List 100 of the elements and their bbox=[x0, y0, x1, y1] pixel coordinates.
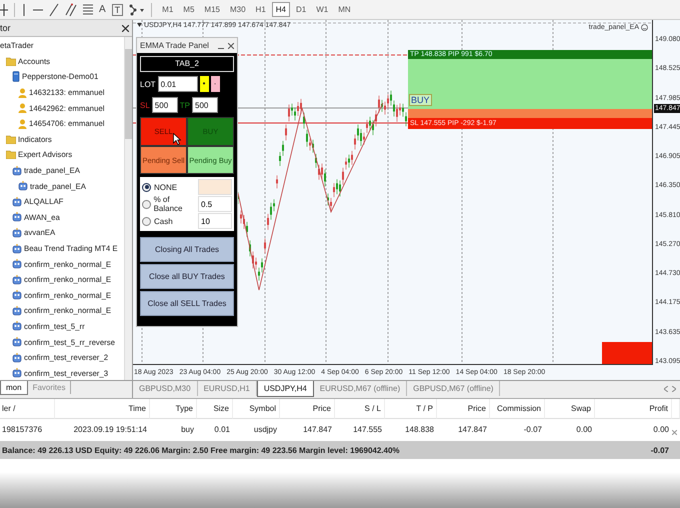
radio-button[interactable] bbox=[142, 200, 151, 208]
radio-button[interactable] bbox=[142, 216, 151, 226]
stop-loss-label: SL bbox=[140, 100, 150, 110]
value-field[interactable]: 0.5 bbox=[198, 196, 232, 212]
panel-tab[interactable]: TAB_2 bbox=[140, 56, 234, 72]
scrollbar[interactable] bbox=[124, 37, 132, 380]
column-header[interactable]: Size bbox=[197, 399, 233, 419]
close-trades-button[interactable]: Close all SELL Trades bbox=[140, 291, 234, 316]
column-header[interactable]: Price bbox=[280, 399, 335, 419]
shapes-dropdown-icon[interactable] bbox=[129, 2, 146, 16]
table-cell-text: 147.847 bbox=[302, 424, 333, 436]
option-label: Cash bbox=[154, 216, 173, 226]
table-cell-text: 147.555 bbox=[352, 424, 383, 436]
robot-icon bbox=[12, 368, 22, 378]
timeframe-button[interactable]: H1 bbox=[252, 2, 270, 17]
table-cell-text: 148.838 bbox=[404, 424, 435, 436]
close-icon[interactable] bbox=[122, 24, 129, 32]
stop-loss-field[interactable]: 500 bbox=[152, 97, 178, 113]
timeframe-button[interactable]: MN bbox=[334, 2, 355, 17]
timeframe-button[interactable]: M15 bbox=[200, 2, 224, 17]
table-cell-text: -0.07 bbox=[522, 424, 543, 436]
close-trades-button[interactable]: Closing All Trades bbox=[140, 237, 234, 262]
total-profit: -0.07 bbox=[595, 441, 680, 459]
timeframe-button[interactable]: M1 bbox=[158, 2, 178, 17]
timeframe-button[interactable]: M5 bbox=[179, 2, 198, 17]
increase-button[interactable]: • bbox=[200, 76, 209, 92]
robot-icon bbox=[18, 181, 28, 192]
chart-tab[interactable]: EURUSD,M67 (offline) bbox=[314, 381, 408, 396]
order-block bbox=[602, 342, 652, 364]
table-cell-text: 0.00 bbox=[575, 424, 593, 436]
fibonacci-icon[interactable] bbox=[83, 2, 93, 16]
robot-icon bbox=[12, 274, 22, 285]
table-cell-text: 0.00 bbox=[652, 424, 670, 436]
robot-icon bbox=[12, 244, 22, 254]
robot-icon bbox=[12, 196, 22, 207]
triangle-icon bbox=[137, 23, 142, 28]
lot-label: LOT bbox=[140, 80, 156, 88]
lot-field[interactable]: 0.01 bbox=[158, 76, 198, 92]
robot-icon bbox=[12, 306, 22, 316]
order-label: BUY bbox=[409, 94, 432, 106]
value-field[interactable] bbox=[198, 179, 232, 195]
column-header[interactable]: Price bbox=[437, 399, 490, 419]
column-header[interactable]: Type bbox=[150, 399, 197, 419]
server-icon bbox=[12, 71, 20, 82]
robot-icon bbox=[12, 166, 22, 176]
column-header[interactable]: Profit bbox=[595, 399, 672, 419]
option-label: NONE bbox=[154, 182, 178, 192]
text-tool[interactable]: A bbox=[99, 4, 106, 15]
candlestick bbox=[276, 175, 278, 189]
chart-tab[interactable]: USDJPY,H4 bbox=[256, 381, 314, 397]
panel-title: tor bbox=[0, 23, 11, 33]
take-profit-field[interactable]: 500 bbox=[192, 97, 218, 113]
column-header[interactable]: Commission bbox=[490, 399, 545, 419]
take-profit-label: TP bbox=[180, 100, 190, 110]
decrease-button[interactable]: · bbox=[210, 76, 220, 92]
panel-title: EMMA Trade Panel bbox=[140, 41, 209, 50]
robot-icon bbox=[12, 352, 22, 363]
column-header[interactable]: T / P bbox=[385, 399, 437, 419]
table-cell-text: 198157376 bbox=[1, 424, 44, 436]
timeframe-button[interactable]: M30 bbox=[226, 2, 250, 17]
table-cell-text: usdjpy bbox=[252, 424, 278, 436]
person-icon bbox=[18, 88, 27, 98]
mouse-cursor-icon bbox=[173, 133, 181, 145]
table-cell-text: 2023.09.19 19:51:14 bbox=[72, 424, 148, 436]
channel-icon[interactable] bbox=[65, 2, 77, 16]
account-summary: Balance: 49 226.13 USD Equity: 49 226.06 Margin: 2.50 Free margin: 49 223.56 Margin level: 1969042.40% bbox=[0, 441, 595, 459]
column-header[interactable]: Time bbox=[55, 399, 150, 419]
person-icon bbox=[18, 118, 27, 129]
robot-icon bbox=[12, 321, 22, 332]
robot-icon bbox=[12, 212, 22, 222]
chart-tab[interactable]: GBPUSD,M67 (offline) bbox=[407, 381, 500, 396]
label-tool[interactable]: T bbox=[112, 4, 124, 16]
value-field[interactable]: 10 bbox=[198, 213, 232, 229]
timeframe-button[interactable]: W1 bbox=[312, 2, 332, 17]
panel-tab[interactable]: mon bbox=[0, 381, 28, 395]
crosshair-icon[interactable] bbox=[0, 2, 8, 16]
robot-icon bbox=[12, 290, 22, 300]
table-cell-text: 147.847 bbox=[457, 424, 488, 436]
candlestick bbox=[264, 238, 266, 254]
column-header[interactable]: Swap bbox=[545, 399, 595, 419]
table-cell-text: 0.01 bbox=[213, 424, 231, 436]
column-header[interactable]: S / L bbox=[335, 399, 385, 419]
column-header[interactable]: Symbol bbox=[233, 399, 280, 419]
table-cell-text: buy bbox=[180, 424, 195, 436]
vertical-line-icon[interactable] bbox=[21, 2, 27, 16]
robot-icon bbox=[12, 259, 22, 270]
smiley-icon bbox=[641, 24, 648, 31]
timeframe-button[interactable]: D1 bbox=[292, 2, 310, 17]
robot-icon bbox=[12, 337, 22, 348]
person-icon bbox=[18, 103, 27, 114]
trend-line-icon[interactable] bbox=[49, 2, 59, 16]
option-label: % of Balance bbox=[154, 195, 184, 213]
close-trades-button[interactable]: Close all BUY Trades bbox=[140, 264, 234, 289]
chart-tab[interactable]: GBPUSD,M30 bbox=[133, 381, 198, 396]
close-icon[interactable] bbox=[228, 42, 234, 48]
radio-button[interactable] bbox=[142, 182, 151, 192]
column-header[interactable]: ler / bbox=[0, 399, 55, 419]
folder-icon bbox=[6, 56, 16, 66]
robot-icon bbox=[12, 228, 22, 238]
timeframe-button[interactable]: H4 bbox=[272, 2, 290, 17]
